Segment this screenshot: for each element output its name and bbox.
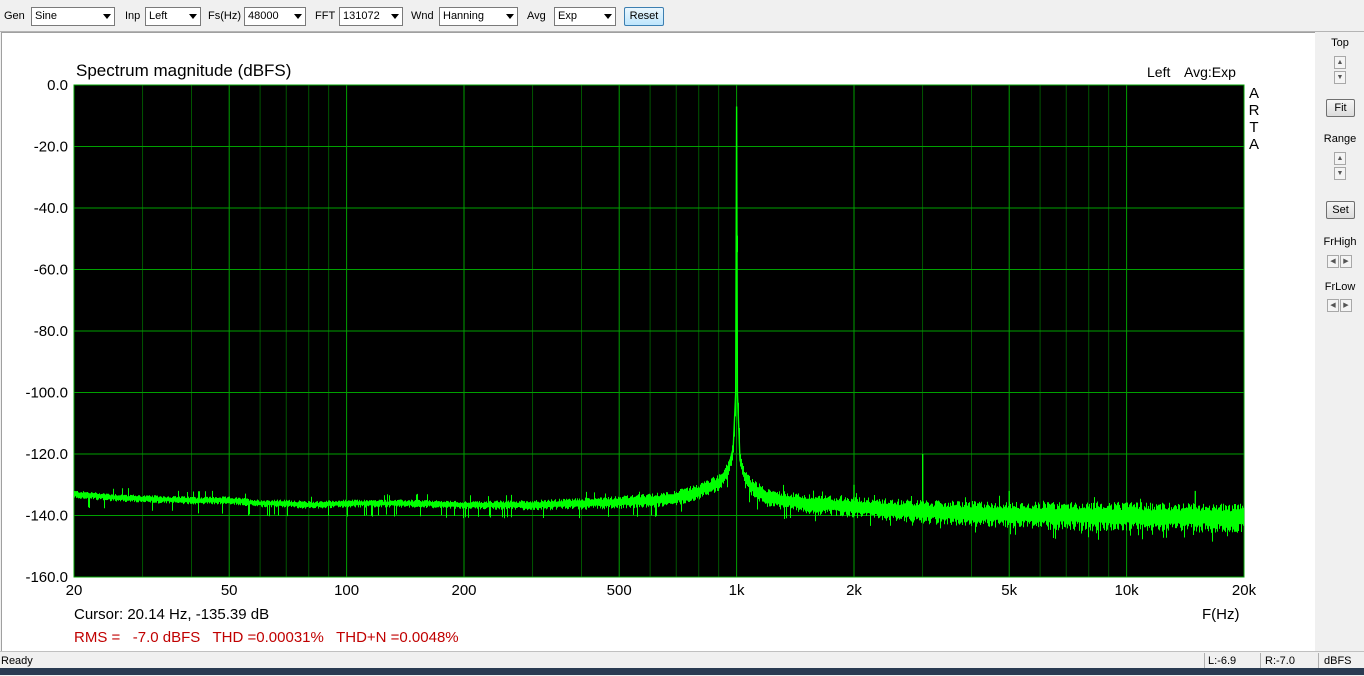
wnd-label: Wnd [411,10,434,22]
fft-select[interactable]: 131072 [339,7,403,26]
frlow-left-spin[interactable]: ◀ [1327,299,1339,312]
chevron-down-icon [604,14,612,19]
chevron-down-icon [189,14,197,19]
x-tick-label: 200 [451,582,476,599]
fs-value: 48000 [248,10,279,22]
fs-select[interactable]: 48000 [244,7,306,26]
status-text: Ready [1,655,33,667]
x-tick-label: 20k [1232,582,1257,599]
brand-letter: A [1249,85,1259,102]
range-down-spin[interactable]: ▼ [1334,167,1346,180]
x-tick-label: 5k [1001,582,1017,599]
inp-select[interactable]: Left [145,7,201,26]
x-tick-label: 2k [846,582,862,599]
avg-mode-label: Avg:Exp [1184,64,1236,80]
set-button[interactable]: Set [1326,201,1355,219]
wnd-value: Hanning [443,10,484,22]
avg-label: Avg [527,10,546,22]
brand-letter: A [1249,136,1259,153]
gen-select[interactable]: Sine [31,7,115,26]
fft-label: FFT [315,10,336,22]
chevron-down-icon [294,14,302,19]
y-tick-label: -40.0 [34,200,68,217]
range-up-spin[interactable]: ▲ [1334,152,1346,165]
inp-value: Left [149,10,168,22]
range-label: Range [1323,133,1357,145]
chevron-down-icon [506,14,514,19]
unit-label: dBFS [1324,655,1352,667]
right-level: R:-7.0 [1265,655,1295,667]
wnd-select[interactable]: Hanning [439,7,518,26]
avg-value: Exp [558,10,577,22]
cursor-readout: Cursor: 20.14 Hz, -135.39 dB [74,606,269,623]
status-divider [1204,653,1205,669]
x-axis-label: F(Hz) [1202,606,1240,623]
avg-select[interactable]: Exp [554,7,616,26]
y-tick-label: -80.0 [34,323,68,340]
y-axis-ticks: 0.0 -20.0 -40.0 -60.0 -80.0 -100.0 -120.0 -140.… [25,77,68,586]
x-tick-label: 10k [1115,582,1140,599]
fs-label: Fs(Hz) [208,10,241,22]
brand-letter: T [1249,119,1258,136]
frhigh-left-spin[interactable]: ◀ [1327,255,1339,268]
x-tick-label: 500 [607,582,632,599]
chevron-down-icon [103,14,111,19]
inp-label: Inp [125,10,141,22]
fit-button[interactable]: Fit [1326,99,1355,117]
frlow-label: FrLow [1324,281,1356,293]
gen-value: Sine [35,10,58,22]
y-tick-label: -60.0 [34,262,68,279]
gen-label: Gen [4,10,25,22]
frlow-right-spin[interactable]: ▶ [1340,299,1352,312]
top-label: Top [1331,37,1349,49]
spectrum-plot-panel[interactable]: Spectrum magnitude (dBFS) Left Avg:Exp A… [1,32,1315,651]
x-tick-label: 50 [221,582,238,599]
toolbar: Gen Sine Inp Left Fs(Hz) 48000 FFT 13107… [0,0,1364,32]
frhigh-label: FrHigh [1323,236,1357,248]
channel-label: Left [1147,64,1170,80]
x-tick-label: 100 [334,582,359,599]
y-tick-label: -160.0 [25,569,68,586]
arta-logo: ARTA [1249,85,1260,153]
fft-value: 131072 [343,10,380,22]
y-tick-label: -100.0 [25,385,68,402]
chart-title: Spectrum magnitude (dBFS) [76,61,291,80]
y-tick-label: 0.0 [47,77,68,94]
x-axis-ticks: 20 50 100 200 500 1k 2k 5k 10k 20k [66,582,1257,599]
chevron-down-icon [391,14,399,19]
reset-button[interactable]: Reset [624,7,664,26]
measurement-readout: RMS = -7.0 dBFS THD =0.00031% THD+N =0.0… [74,629,459,646]
y-tick-label: -20.0 [34,139,68,156]
frhigh-right-spin[interactable]: ▶ [1340,255,1352,268]
top-up-spin[interactable]: ▲ [1334,56,1346,69]
side-panel: Top ▲ ▼ Fit Range ▲ ▼ Set FrHigh ◀ ▶ FrL… [1316,32,1364,650]
spectrum-chart[interactable]: Spectrum magnitude (dBFS) Left Avg:Exp A… [2,33,1315,651]
taskbar [0,668,1364,675]
status-divider [1318,653,1319,669]
y-tick-label: -120.0 [25,446,68,463]
status-divider [1260,653,1261,669]
x-tick-label: 1k [729,582,745,599]
y-tick-label: -140.0 [25,508,68,525]
x-tick-label: 20 [66,582,83,599]
brand-letter: R [1249,102,1260,119]
left-level: L:-6.9 [1208,655,1237,667]
top-down-spin[interactable]: ▼ [1334,71,1346,84]
